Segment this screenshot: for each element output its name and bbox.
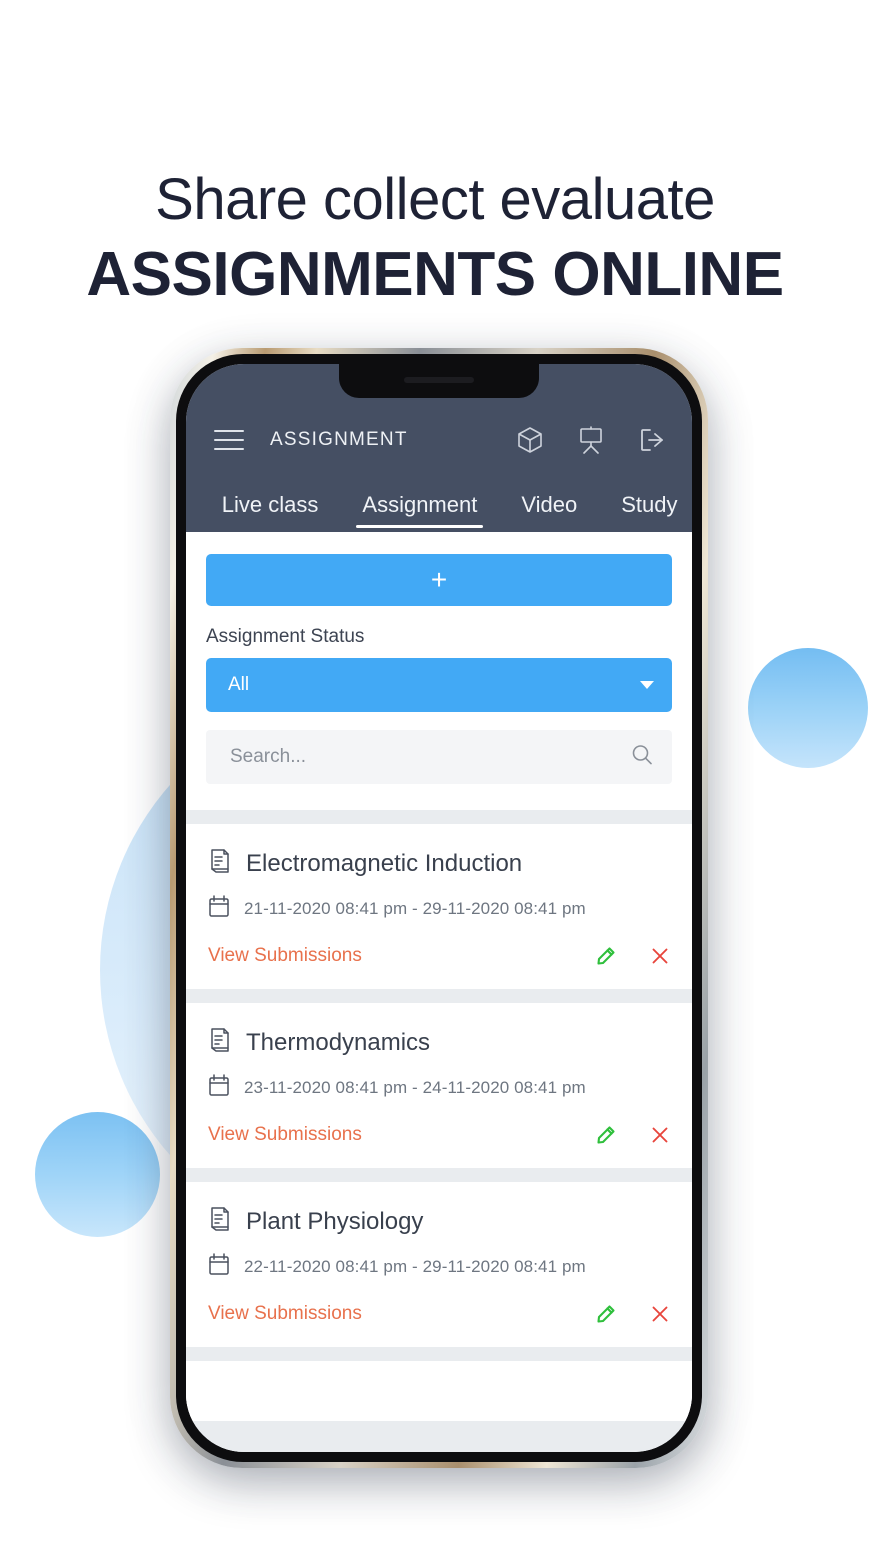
calendar-icon [208,1074,230,1102]
phone-mockup: ASSIGNMENT Live class Assignment Video S… [170,348,708,1468]
assignment-status-value: All [228,674,250,695]
view-submissions-link[interactable]: View Submissions [208,1124,562,1146]
assignment-date-row: 23-11-2020 08:41 pm - 24-11-2020 08:41 p… [208,1074,670,1102]
document-icon [208,1027,232,1058]
assignment-card[interactable]: Plant Physiology 22-11-2020 08:41 pm - 2… [186,1182,692,1347]
assignment-title: Electromagnetic Induction [246,849,523,877]
calendar-icon [208,895,230,923]
view-submissions-link[interactable]: View Submissions [208,1303,562,1325]
assignment-dates: 21-11-2020 08:41 pm - 29-11-2020 08:41 p… [244,899,586,918]
navbar-icon-group [517,426,666,454]
document-icon [208,848,232,879]
background-circle-right [748,648,868,768]
assignment-title-row: Electromagnetic Induction [208,848,670,879]
cube-icon[interactable] [517,426,543,454]
close-x-icon[interactable] [650,946,670,966]
assignment-card[interactable]: Electromagnetic Induction 21-11-2020 08:… [186,824,692,989]
assignment-title: Thermodynamics [246,1028,431,1056]
add-assignment-button[interactable]: + [206,554,672,606]
tab-bar: her Live class Assignment Video Study [186,470,692,532]
assignment-card-partial[interactable] [186,1361,692,1421]
phone-screen: ASSIGNMENT Live class Assignment Video S… [186,364,692,1452]
phone-notch [339,364,539,398]
close-x-icon[interactable] [650,1125,670,1145]
hamburger-icon[interactable] [214,430,244,450]
assignment-actions: View Submissions [208,945,670,967]
assignment-title-row: Plant Physiology [208,1206,670,1237]
search-box[interactable] [206,730,672,784]
assignment-date-row: 22-11-2020 08:41 pm - 29-11-2020 08:41 p… [208,1253,670,1281]
chevron-down-icon [640,681,654,689]
assignment-title-row: Thermodynamics [208,1027,670,1058]
filter-card: + Assignment Status All [186,532,692,810]
phone-speaker [404,377,474,383]
search-icon[interactable] [630,743,654,772]
presentation-board-icon[interactable] [577,426,605,454]
tab-video[interactable]: Video [499,492,599,532]
edit-pencil-icon[interactable] [596,1125,616,1145]
tab-assignment[interactable]: Assignment [340,492,499,532]
assignment-status-label: Assignment Status [206,626,365,647]
assignment-dates: 23-11-2020 08:41 pm - 24-11-2020 08:41 p… [244,1078,586,1097]
assignment-status-select[interactable]: All [206,658,672,712]
document-icon [208,1206,232,1237]
tab-study[interactable]: Study [599,492,692,532]
assignment-dates: 22-11-2020 08:41 pm - 29-11-2020 08:41 p… [244,1257,586,1276]
tab-teacher[interactable]: her [186,492,200,532]
close-x-icon[interactable] [650,1304,670,1324]
edit-pencil-icon[interactable] [596,1304,616,1324]
calendar-icon [208,1253,230,1281]
edit-pencil-icon[interactable] [596,946,616,966]
tab-live-class[interactable]: Live class [200,492,341,532]
app-navbar: ASSIGNMENT [186,410,692,470]
assignment-date-row: 21-11-2020 08:41 pm - 29-11-2020 08:41 p… [208,895,670,923]
logout-icon[interactable] [639,427,666,453]
assignment-actions: View Submissions [208,1303,670,1325]
view-submissions-link[interactable]: View Submissions [208,945,562,967]
hero-headline: Share collect evaluate ASSIGNMENTS ONLIN… [0,167,870,310]
assignment-card[interactable]: Thermodynamics 23-11-2020 08:41 pm - 24-… [186,1003,692,1168]
headline-line-2: ASSIGNMENTS ONLINE [86,239,784,309]
search-input[interactable] [230,746,630,768]
assignment-actions: View Submissions [208,1124,670,1146]
page-title: ASSIGNMENT [270,429,408,450]
app-content: + Assignment Status All Search... Electr… [186,532,692,1452]
assignment-title: Plant Physiology [246,1207,424,1235]
background-circle-left [35,1112,160,1237]
headline-line-1: Share collect evaluate [155,167,715,232]
